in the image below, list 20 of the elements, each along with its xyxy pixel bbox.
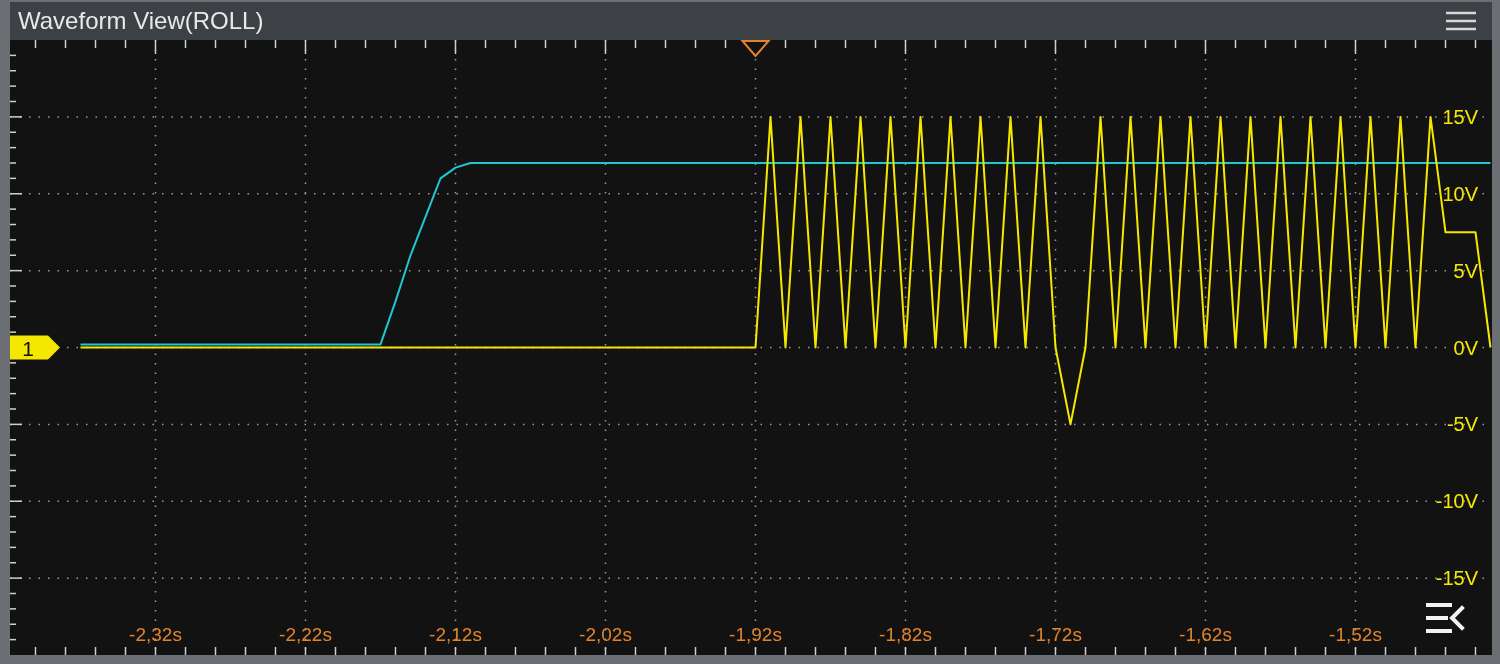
voltage-label: 15V — [1442, 105, 1478, 128]
voltage-label: 5V — [1453, 259, 1478, 282]
channel-marker[interactable]: 1 — [10, 335, 60, 360]
time-label: -1,62s — [1179, 624, 1232, 645]
menu-icon[interactable] — [1446, 11, 1476, 31]
time-label: -2,22s — [279, 624, 332, 645]
time-label: -1,52s — [1329, 624, 1382, 645]
time-label: -1,92s — [729, 624, 782, 645]
time-label: -1,82s — [879, 624, 932, 645]
time-label: -2,12s — [429, 624, 482, 645]
time-label: -1,72s — [1029, 624, 1082, 645]
collapse-menu-icon[interactable] — [1426, 603, 1464, 633]
voltage-label: 0V — [1453, 336, 1478, 359]
voltage-label: 10V — [1442, 182, 1478, 205]
window-title: Waveform View(ROLL) — [17, 6, 264, 36]
time-label: -2,32s — [129, 624, 182, 645]
voltage-label: -5V — [1446, 413, 1478, 436]
voltage-label: -15V — [1435, 567, 1478, 590]
time-label: -2,02s — [579, 624, 632, 645]
voltage-label: -10V — [1435, 490, 1478, 513]
